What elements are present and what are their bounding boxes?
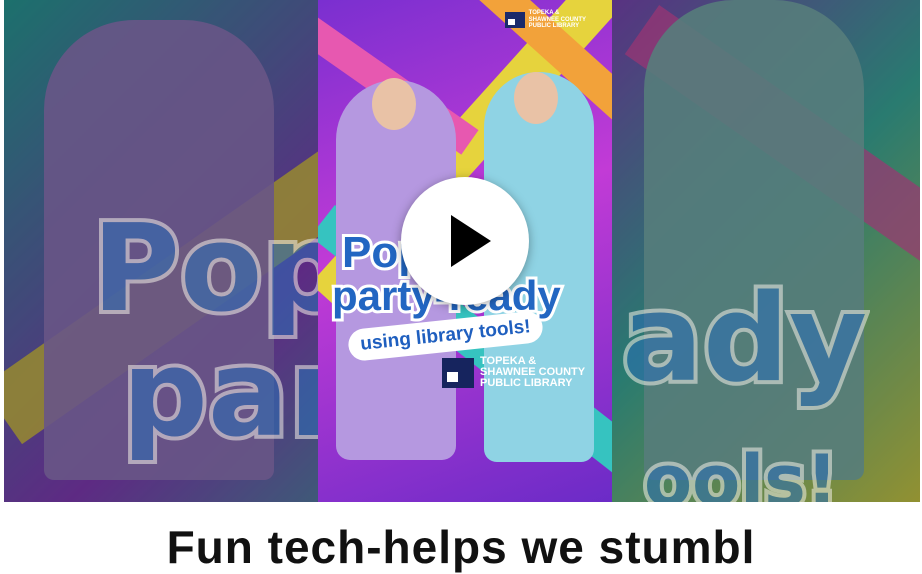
background-text-line-4: ools!: [640, 436, 842, 502]
person-left-head: [372, 78, 416, 130]
play-button[interactable]: [401, 177, 529, 305]
background-text-line-2: par: [118, 321, 352, 468]
background-text-line-1: Pop: [88, 196, 352, 343]
library-logo-large-text: TOPEKA & SHAWNEE COUNTY PUBLIC LIBRARY: [480, 355, 586, 389]
library-logo-small: TOPEKA & SHAWNEE COUNTY PUBLIC LIBRARY: [504, 10, 586, 30]
person-right-head: [514, 72, 558, 124]
library-logo-large: TOPEKA & SHAWNEE COUNTY PUBLIC LIBRARY: [442, 356, 585, 389]
library-logo-small-text: TOPEKA & SHAWNEE COUNTY PUBLIC LIBRARY: [528, 10, 586, 29]
play-icon: [451, 215, 491, 267]
library-logo-mark-icon: [504, 11, 525, 28]
library-logo-large-mark-icon: [442, 357, 474, 388]
video-caption: Fun tech-helps we stumbl: [166, 521, 756, 573]
background-text-line-3: ady: [618, 266, 871, 413]
